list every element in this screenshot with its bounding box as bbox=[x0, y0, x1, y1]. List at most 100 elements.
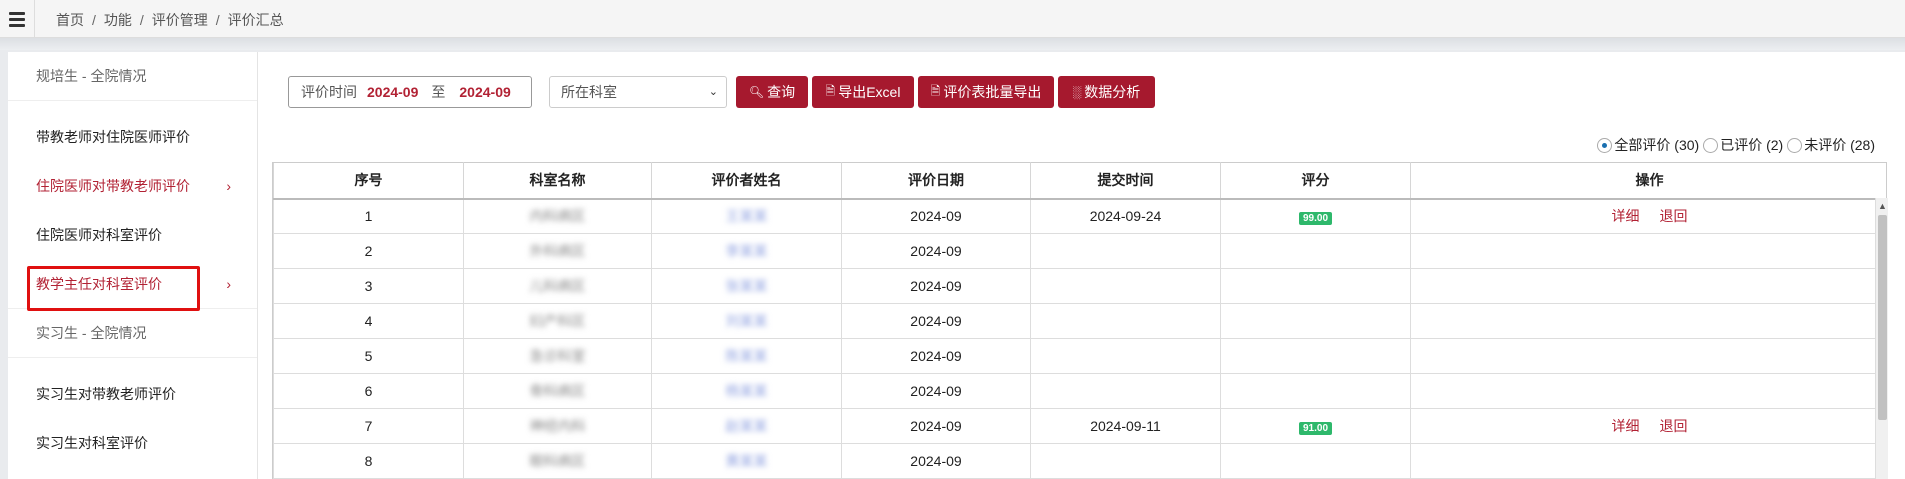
dept-select[interactable]: 所在科室 ⌄ bbox=[549, 76, 727, 108]
sidebar-item-label: 住院医师对科室评价 bbox=[36, 227, 162, 243]
sidebar-item-resident-to-teacher[interactable]: 住院医师对带教老师评价 › bbox=[8, 162, 257, 211]
cell-date: 2024-09 bbox=[841, 373, 1031, 409]
eval-filter-radios: 全部评价 (30) 已评价 (2) 未评价 (28) bbox=[1597, 135, 1875, 155]
data-analysis-button[interactable]: ░ 数据分析 bbox=[1058, 76, 1155, 108]
cell-no: 3 bbox=[273, 268, 464, 304]
table-row: 8 眼科病区 黄某某 2024-09 bbox=[273, 443, 1886, 479]
cell-name: 李某某 bbox=[651, 233, 842, 269]
dept-name-blurred: 骨科病区 bbox=[529, 383, 586, 399]
hamburger-menu-icon[interactable] bbox=[0, 0, 35, 38]
cell-name: 杨某某 bbox=[651, 373, 842, 409]
evaluator-name-blurred: 李某某 bbox=[725, 243, 768, 259]
sidebar-group-intern: 实习生 - 全院情况 bbox=[8, 309, 257, 358]
radio-not-evaluated[interactable]: 未评价 (28) bbox=[1787, 135, 1875, 155]
date-to-value[interactable]: 2024-09 bbox=[459, 84, 510, 100]
detail-link[interactable]: 详细 bbox=[1612, 208, 1640, 224]
breadcrumb-function[interactable]: 功能 bbox=[104, 12, 132, 28]
radio-circle[interactable] bbox=[1787, 137, 1803, 153]
evaluator-name-blurred: 张某某 bbox=[725, 278, 768, 294]
cell-name: 刘某某 bbox=[651, 303, 842, 339]
cell-no: 4 bbox=[273, 303, 464, 339]
sidebar-item-label: 实习生对带教老师评价 bbox=[36, 386, 176, 402]
radio-circle[interactable] bbox=[1597, 137, 1613, 153]
table-row: 5 急诊科室 陈某某 2024-09 bbox=[273, 338, 1886, 374]
col-header-name[interactable]: 评价者姓名 bbox=[651, 162, 842, 199]
table-scrollbar[interactable]: ▲ bbox=[1875, 198, 1888, 479]
breadcrumb-eval-mgmt[interactable]: 评价管理 bbox=[152, 12, 208, 28]
sidebar-item-resident-to-dept[interactable]: 住院医师对科室评价 bbox=[8, 211, 257, 260]
cell-dept: 眼科病区 bbox=[463, 443, 652, 479]
table-row: 3 儿科病区 张某某 2024-09 bbox=[273, 268, 1886, 304]
cell-score: 99.00 bbox=[1220, 198, 1411, 234]
export-excel-label: 导出Excel bbox=[838, 84, 901, 100]
cell-score bbox=[1220, 303, 1411, 339]
cell-date: 2024-09 bbox=[841, 338, 1031, 374]
sidebar-item-director-to-dept[interactable]: 教学主任对科室评价 › bbox=[8, 260, 257, 311]
cell-no: 8 bbox=[273, 443, 464, 479]
radio-label: 全部评价 (30) bbox=[1614, 137, 1700, 153]
cell-ops bbox=[1410, 303, 1886, 339]
radio-label: 未评价 (28) bbox=[1804, 137, 1875, 153]
scrollbar-thumb[interactable] bbox=[1878, 215, 1887, 420]
table-row: 2 外科病区 李某某 2024-09 bbox=[273, 233, 1886, 269]
sidebar: 规培生 - 全院情况 带教老师对住院医师评价 住院医师对带教老师评价 › 住院医师… bbox=[8, 52, 258, 479]
col-header-dept[interactable]: 科室名称 bbox=[463, 162, 652, 199]
dept-name-blurred: 神经内科 bbox=[529, 418, 586, 434]
chevron-right-icon: › bbox=[226, 276, 231, 292]
return-link[interactable]: 退回 bbox=[1660, 208, 1688, 224]
evaluator-name-blurred: 杨某某 bbox=[725, 383, 768, 399]
col-header-submit[interactable]: 提交时间 bbox=[1030, 162, 1221, 199]
cell-ops bbox=[1410, 338, 1886, 374]
cell-submit bbox=[1030, 268, 1221, 304]
batch-export-button[interactable]: 🗎︎ 评价表批量导出 bbox=[918, 76, 1054, 108]
detail-link[interactable]: 详细 bbox=[1612, 418, 1640, 434]
cell-ops bbox=[1410, 268, 1886, 304]
cell-score bbox=[1220, 373, 1411, 409]
breadcrumb-home[interactable]: 首页 bbox=[56, 12, 84, 28]
table-row: 7 神经内科 赵某某 2024-09 2024-09-11 91.00 详细 退回 bbox=[273, 408, 1886, 444]
cell-no: 6 bbox=[273, 373, 464, 409]
date-label: 评价时间 bbox=[301, 84, 357, 100]
col-header-no[interactable]: 序号 bbox=[273, 162, 464, 199]
table-row: 1 内科病区 王某某 2024-09 2024-09-24 99.00 详细 退回 bbox=[273, 198, 1886, 234]
eval-table: 序号 科室名称 评价者姓名 评价日期 提交时间 评分 操作 1 内科病区 王某某 20… bbox=[272, 162, 1887, 479]
evaluator-name-blurred: 陈某某 bbox=[725, 348, 768, 364]
cell-date: 2024-09 bbox=[841, 408, 1031, 444]
query-button[interactable]: 🔍︎ 查询 bbox=[736, 76, 808, 108]
evaluator-name-blurred: 刘某某 bbox=[725, 313, 768, 329]
dept-name-blurred: 急诊科室 bbox=[529, 348, 586, 364]
dept-name-blurred: 儿科病区 bbox=[529, 278, 586, 294]
radio-circle[interactable] bbox=[1703, 137, 1719, 153]
cell-score bbox=[1220, 233, 1411, 269]
radio-evaluated[interactable]: 已评价 (2) bbox=[1703, 135, 1783, 155]
export-excel-button[interactable]: 🗎︎ 导出Excel bbox=[812, 76, 914, 108]
cell-score bbox=[1220, 338, 1411, 374]
cell-ops: 详细 退回 bbox=[1410, 408, 1886, 444]
dept-name-blurred: 内科病区 bbox=[529, 208, 586, 225]
return-link[interactable]: 退回 bbox=[1660, 418, 1688, 434]
evaluator-name-blurred: 赵某某 bbox=[725, 418, 768, 434]
cell-score bbox=[1220, 443, 1411, 479]
sidebar-item-intern-to-teacher[interactable]: 实习生对带教老师评价 bbox=[8, 370, 257, 419]
col-header-date[interactable]: 评价日期 bbox=[841, 162, 1031, 199]
table-header-row: 序号 科室名称 评价者姓名 评价日期 提交时间 评分 操作 bbox=[273, 162, 1886, 199]
cell-date: 2024-09 bbox=[841, 443, 1031, 479]
cell-ops bbox=[1410, 233, 1886, 269]
col-header-score[interactable]: 评分 bbox=[1220, 162, 1411, 199]
evaluator-name-blurred: 黄某某 bbox=[725, 453, 768, 469]
cell-submit bbox=[1030, 443, 1221, 479]
cell-submit bbox=[1030, 303, 1221, 339]
sidebar-item-intern-to-dept[interactable]: 实习生对科室评价 bbox=[8, 419, 257, 468]
date-from-value[interactable]: 2024-09 bbox=[367, 84, 418, 100]
scroll-up-icon[interactable]: ▲ bbox=[1878, 201, 1887, 211]
radio-all[interactable]: 全部评价 (30) bbox=[1597, 135, 1699, 155]
cell-name: 张某某 bbox=[651, 268, 842, 304]
sidebar-item-label: 带教老师对住院医师评价 bbox=[36, 129, 190, 145]
cell-date: 2024-09 bbox=[841, 303, 1031, 339]
cell-name: 黄某某 bbox=[651, 443, 842, 479]
highlight-box bbox=[27, 266, 200, 311]
date-range-field[interactable]: 评价时间 2024-09 至 2024-09 bbox=[288, 76, 532, 108]
sidebar-item-teacher-to-resident[interactable]: 带教老师对住院医师评价 bbox=[8, 113, 257, 162]
batch-export-label: 评价表批量导出 bbox=[943, 84, 1042, 100]
cell-dept: 内科病区 bbox=[463, 198, 652, 234]
